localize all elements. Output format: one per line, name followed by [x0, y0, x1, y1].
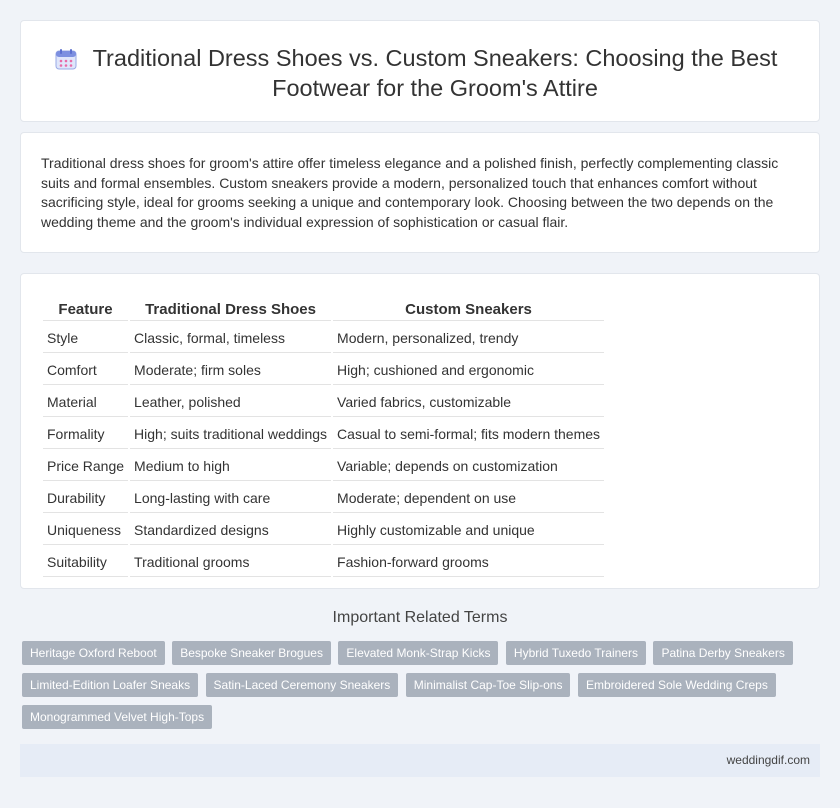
cell-feature: Style: [43, 323, 129, 353]
cell-sneakers: Highly customizable and unique: [333, 515, 605, 545]
column-header-feature: Feature: [43, 296, 129, 321]
table-header-row: Feature Traditional Dress Shoes Custom S…: [43, 296, 605, 321]
table-row: Price Range Medium to high Variable; dep…: [43, 451, 605, 481]
related-term-tag[interactable]: Embroidered Sole Wedding Creps: [577, 673, 776, 697]
cell-traditional: Classic, formal, timeless: [130, 323, 332, 353]
related-term-tag[interactable]: Limited-Edition Loafer Sneaks: [22, 673, 199, 697]
cell-sneakers: Casual to semi-formal; fits modern theme…: [333, 419, 605, 449]
footer: weddingdif.com: [20, 744, 820, 777]
related-term-tag[interactable]: Monogrammed Velvet High-Tops: [22, 705, 213, 729]
related-terms-list: Heritage Oxford Reboot Bespoke Sneaker B…: [22, 641, 822, 737]
related-term-tag[interactable]: Bespoke Sneaker Brogues: [172, 641, 331, 665]
comparison-table: Feature Traditional Dress Shoes Custom S…: [41, 294, 606, 579]
cell-feature: Price Range: [43, 451, 129, 481]
cell-traditional: Long-lasting with care: [130, 483, 332, 513]
intro-card: Traditional dress shoes for groom's atti…: [20, 132, 820, 253]
cell-traditional: Standardized designs: [130, 515, 332, 545]
cell-traditional: Medium to high: [130, 451, 332, 481]
related-term-tag[interactable]: Satin-Laced Ceremony Sneakers: [205, 673, 399, 697]
cell-traditional: High; suits traditional weddings: [130, 419, 332, 449]
intro-paragraph: Traditional dress shoes for groom's atti…: [41, 155, 779, 230]
table-row: Suitability Traditional grooms Fashion-f…: [43, 547, 605, 577]
related-terms-heading: Important Related Terms: [332, 609, 508, 626]
page-title: Traditional Dress Shoes vs. Custom Sneak…: [92, 45, 778, 101]
cell-traditional: Leather, polished: [130, 387, 332, 417]
table-row: Style Classic, formal, timeless Modern, …: [43, 323, 605, 353]
cell-feature: Suitability: [43, 547, 129, 577]
cell-sneakers: Varied fabrics, customizable: [333, 387, 605, 417]
column-header-sneakers: Custom Sneakers: [333, 296, 605, 321]
cell-sneakers: Variable; depends on customization: [333, 451, 605, 481]
cell-traditional: Traditional grooms: [130, 547, 332, 577]
title-wrapper: Traditional Dress Shoes vs. Custom Sneak…: [71, 43, 799, 103]
cell-feature: Uniqueness: [43, 515, 129, 545]
table-row: Comfort Moderate; firm soles High; cushi…: [43, 355, 605, 385]
header-card: Traditional Dress Shoes vs. Custom Sneak…: [20, 20, 820, 122]
cell-feature: Durability: [43, 483, 129, 513]
cell-sneakers: High; cushioned and ergonomic: [333, 355, 605, 385]
comparison-card: Feature Traditional Dress Shoes Custom S…: [20, 273, 820, 589]
cell-sneakers: Fashion-forward grooms: [333, 547, 605, 577]
related-term-tag[interactable]: Patina Derby Sneakers: [653, 641, 793, 665]
cell-traditional: Moderate; firm soles: [130, 355, 332, 385]
cell-feature: Formality: [43, 419, 129, 449]
cell-feature: Material: [43, 387, 129, 417]
cell-feature: Comfort: [43, 355, 129, 385]
cell-sneakers: Moderate; dependent on use: [333, 483, 605, 513]
related-term-tag[interactable]: Hybrid Tuxedo Trainers: [505, 641, 646, 665]
related-term-tag[interactable]: Elevated Monk-Strap Kicks: [338, 641, 499, 665]
column-header-traditional: Traditional Dress Shoes: [130, 296, 332, 321]
table-row: Material Leather, polished Varied fabric…: [43, 387, 605, 417]
table-row: Formality High; suits traditional weddin…: [43, 419, 605, 449]
related-term-tag[interactable]: Minimalist Cap-Toe Slip-ons: [405, 673, 571, 697]
footer-site-link[interactable]: weddingdif.com: [727, 753, 810, 767]
table-row: Durability Long-lasting with care Modera…: [43, 483, 605, 513]
table-row: Uniqueness Standardized designs Highly c…: [43, 515, 605, 545]
related-term-tag[interactable]: Heritage Oxford Reboot: [22, 641, 165, 665]
cell-sneakers: Modern, personalized, trendy: [333, 323, 605, 353]
